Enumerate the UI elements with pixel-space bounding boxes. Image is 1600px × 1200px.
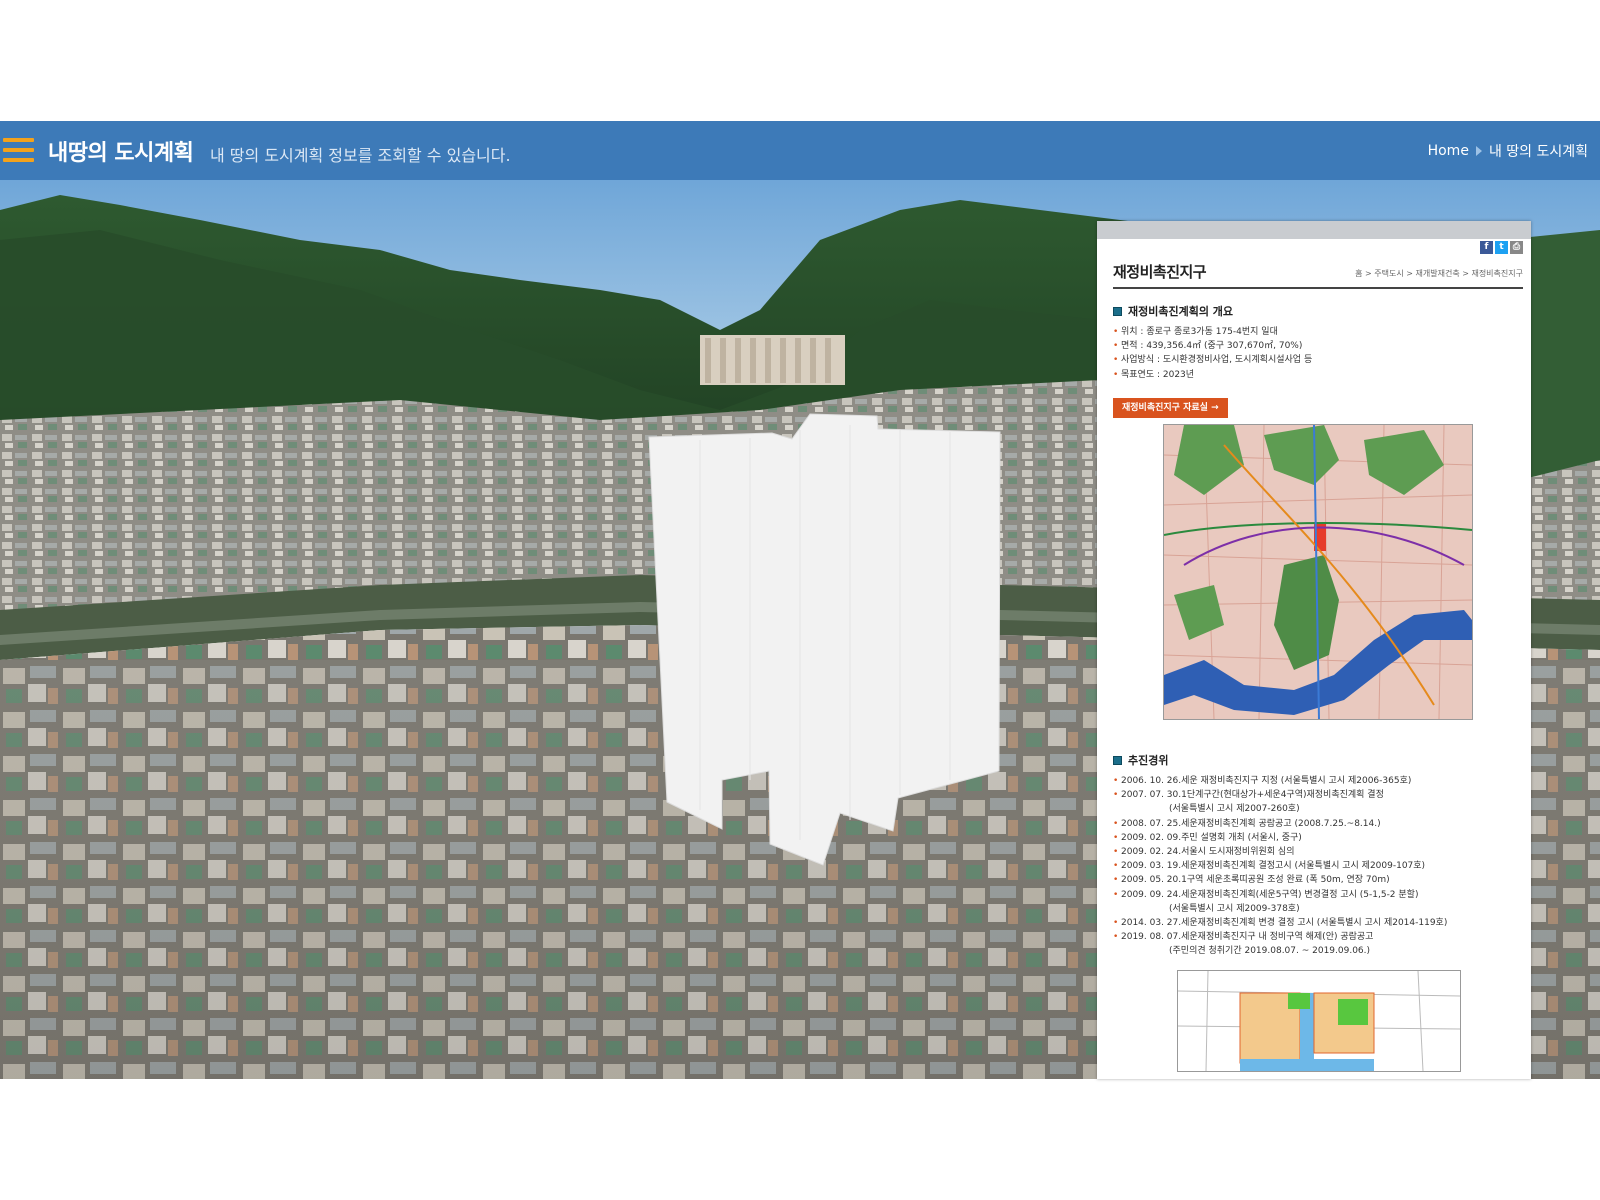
district-location-map [1163,424,1473,720]
app-subtitle: 내 땅의 도시계획 정보를 조회할 수 있습니다. [210,146,511,165]
history-item: 2014. 03. 27.세운재정비촉진계획 변경 결정 고시 (서울특별시 고… [1113,916,1447,930]
breadcrumb-separator-icon [1475,146,1482,156]
history-item: 2007. 07. 30.1단계구간(현대상가+세운4구역)재정비촉진계획 결정 [1113,788,1447,802]
history-item: 2009. 05. 20.1구역 세운초록띠공원 조성 완료 (폭 50m, 연… [1113,873,1447,887]
history-item: 2009. 09. 24.세운재정비촉진계획(세운5구역) 변경결정 고시 (5… [1113,888,1447,902]
print-icon[interactable]: ⎙ [1510,241,1523,254]
site-plan-map [1177,970,1461,1072]
resource-room-button[interactable]: 재정비촉진지구 자료실 → [1113,398,1228,418]
overview-item: 위치 : 종로구 종로3가동 175-4번지 일대 [1113,325,1312,339]
overview-item: 목표연도 : 2023년 [1113,368,1312,382]
twitter-icon[interactable]: t [1495,241,1508,254]
breadcrumb: Home 내 땅의 도시계획 [1428,141,1588,161]
overview-item: 면적 : 439,356.4㎡ (중구 307,670㎡, 70%) [1113,339,1312,353]
overview-list: 위치 : 종로구 종로3가동 175-4번지 일대 면적 : 439,356.4… [1113,325,1312,382]
facebook-icon[interactable]: f [1480,241,1493,254]
menu-icon[interactable] [3,138,34,162]
history-item: 2008. 07. 25.세운재정비촉진계획 공람공고 (2008.7.25.~… [1113,817,1447,831]
history-item-continued: (주민의견 청취기간 2019.08.07. ~ 2019.09.06.) [1169,946,1371,957]
section-marker-icon [1113,755,1122,765]
overview-item: 사업방식 : 도시환경정비사업, 도시계획시설사업 등 [1113,353,1312,367]
section-marker-icon [1113,306,1122,316]
history-item: 2006. 10. 26.세운 재정비촉진지구 지정 (서울특별시 고시 제20… [1113,774,1447,788]
history-list: 2006. 10. 26.세운 재정비촉진지구 지정 (서울특별시 고시 제20… [1113,774,1447,959]
history-item: 2009. 02. 24.서울시 도시재정비위원회 심의 [1113,845,1447,859]
history-item: 2009. 03. 19.세운재정비촉진계획 결정고시 (서울특별시 고시 제2… [1113,859,1447,873]
app-title: 내땅의 도시계획 [48,141,194,166]
history-heading-text: 추진경위 [1128,754,1169,767]
history-heading: 추진경위 [1113,752,1168,768]
overview-heading-text: 재정비촉진계획의 개요 [1128,305,1234,318]
panel-title: 재정비촉진지구 [1113,263,1207,281]
top-navigation-bar: 내땅의 도시계획 내 땅의 도시계획 정보를 조회할 수 있습니다. Home … [0,121,1600,180]
breadcrumb-home-link[interactable]: Home [1428,143,1469,159]
history-item: 2019. 08. 07.세운재정비촉진지구 내 정비구역 해제(안) 공람공고 [1113,930,1447,944]
history-item-continued: (서울특별시 고시 제2007-260호) [1169,804,1300,815]
share-buttons: f t ⎙ [1480,241,1523,254]
history-item-continued: (서울특별시 고시 제2009-378호) [1169,903,1300,914]
overview-heading: 재정비촉진계획의 개요 [1113,303,1233,319]
title-divider [1113,287,1523,289]
zone-info-panel: f t ⎙ 재정비촉진지구 홈 > 주택도시 > 재개발재건축 > 재정비촉진지… [1097,221,1531,1079]
history-item: 2009. 02. 09.주민 설명회 개최 (서울시, 중구) [1113,831,1447,845]
breadcrumb-current-link[interactable]: 내 땅의 도시계획 [1489,141,1588,161]
panel-breadcrumb: 홈 > 주택도시 > 재개발재건축 > 재정비촉진지구 [1355,269,1523,278]
